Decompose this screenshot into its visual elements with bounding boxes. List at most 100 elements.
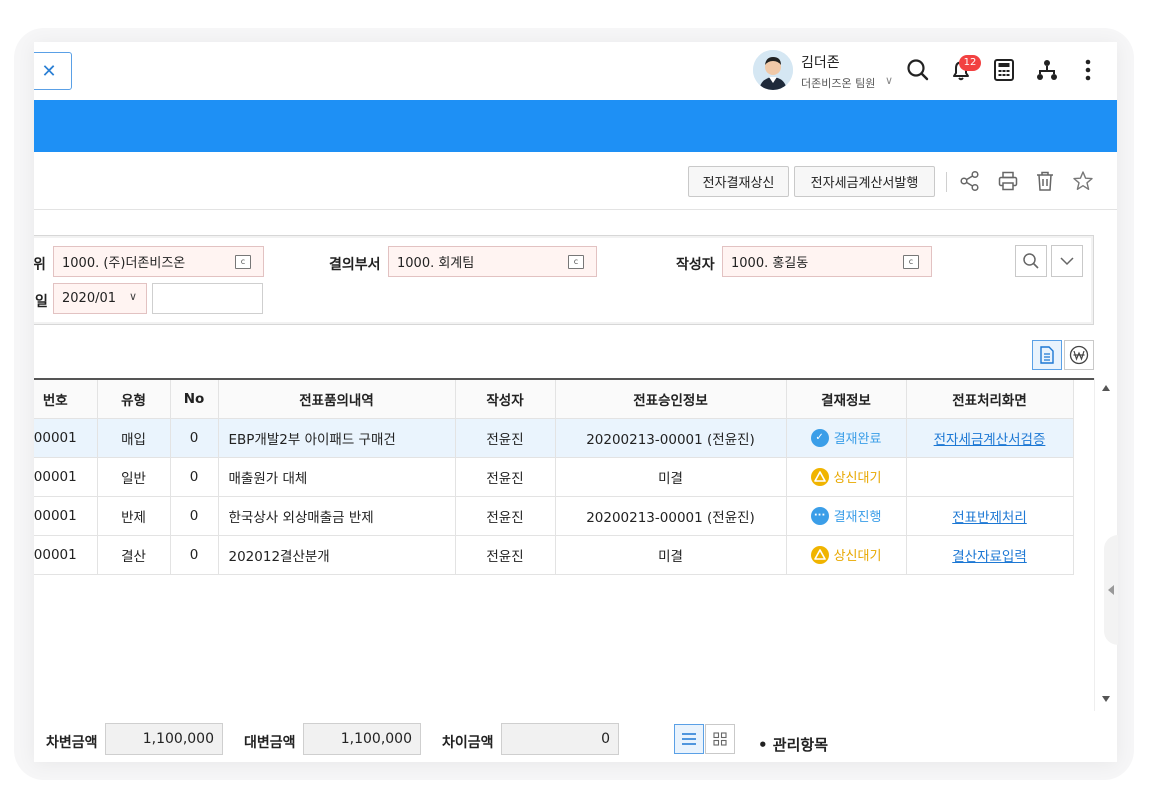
status-badge: ✓ 결재완료 — [810, 428, 881, 447]
grid-view-button[interactable] — [705, 724, 735, 754]
more-vertical-icon[interactable] — [1074, 56, 1102, 84]
cell-approval-info: 미결 — [555, 535, 787, 575]
date-select[interactable]: 2020/01 ∨ — [53, 283, 147, 314]
side-panel-toggle[interactable] — [1104, 535, 1118, 645]
code-lookup-icon[interactable]: c — [903, 255, 919, 269]
chevron-down-icon[interactable]: ∨ — [885, 74, 893, 87]
unit-field[interactable]: 1000. (주)더존비즈온 c — [53, 246, 264, 277]
cell-number: 00001 — [34, 496, 98, 536]
management-items-label[interactable]: • 관리항목 — [758, 734, 828, 755]
notification-badge: 12 — [959, 55, 981, 71]
chevron-down-icon: ∨ — [128, 290, 137, 303]
status-label: 상신대기 — [833, 471, 882, 486]
col-header-author[interactable]: 작성자 — [455, 380, 556, 419]
print-icon[interactable] — [995, 168, 1021, 194]
cell-approval-info: 미결 — [555, 457, 787, 497]
cell-no: 0 — [170, 535, 219, 575]
table-row[interactable]: 00001 반제 0 한국상사 외상매출금 반제 전윤진 20200213-00… — [34, 496, 1074, 536]
action-link[interactable]: 결산자료입력 — [952, 549, 1027, 565]
credit-label: 대변금액 — [244, 735, 296, 751]
cell-action: 전표반제처리 — [906, 496, 1074, 536]
expand-filter-button[interactable] — [1051, 245, 1083, 277]
date-label: 일 — [35, 294, 48, 310]
status-badge: 상신대기 — [810, 467, 882, 486]
voucher-table: 번호 유형 No 전표품의내역 작성자 전표승인정보 결재정보 전표처리화면 0… — [34, 380, 1074, 575]
table-row[interactable]: 00001 매입 0 EBP개발2부 아이패드 구매건 전윤진 20200213… — [34, 418, 1074, 458]
cell-type: 결산 — [97, 535, 171, 575]
user-team: 더존비즈온 팀원 — [801, 77, 876, 90]
main-panel: ✕ 김더존 더존비즈온 팀원 ∨ 12 전자결재상신 전자세금계산서발행 위 1… — [34, 42, 1117, 762]
star-icon[interactable] — [1070, 168, 1096, 194]
grid-header-row: 번호 유형 No 전표품의내역 작성자 전표승인정보 결재정보 전표처리화면 — [34, 380, 1074, 419]
approval-submit-button[interactable]: 전자결재상신 — [688, 166, 789, 197]
totals-footer: 차변금액 1,100,000 대변금액 1,100,000 차이금액 0 • 관… — [34, 712, 1117, 762]
cell-status: 상신대기 — [786, 457, 907, 497]
date-value: 2020/01 — [62, 291, 117, 306]
action-toolbar: 전자결재상신 전자세금계산서발행 — [34, 152, 1117, 210]
status-label: 결재진행 — [833, 510, 882, 525]
author-label: 작성자 — [676, 257, 715, 273]
table-row[interactable]: 00001 결산 0 202012결산분개 전윤진 미결 상신대기 결산자료입력 — [34, 535, 1074, 575]
unit-label: 위 — [34, 257, 46, 273]
col-header-type[interactable]: 유형 — [97, 380, 171, 419]
status-label: 상신대기 — [833, 549, 882, 564]
cell-description: 매출원가 대체 — [218, 457, 456, 497]
delete-icon[interactable] — [1032, 168, 1058, 194]
currency-view-button[interactable] — [1064, 340, 1094, 370]
col-header-approval-info[interactable]: 전표승인정보 — [555, 380, 787, 419]
scroll-down-icon[interactable] — [1102, 696, 1110, 702]
user-name[interactable]: 김더존 — [801, 52, 840, 72]
col-header-process-screen[interactable]: 전표처리화면 — [906, 380, 1074, 419]
cell-status: ✓ 결재완료 — [786, 418, 907, 458]
dept-label: 결의부서 — [329, 257, 381, 273]
more-dots-icon: ··· — [810, 506, 829, 525]
avatar[interactable] — [753, 50, 793, 90]
col-header-no[interactable]: No — [170, 380, 219, 419]
close-button[interactable]: ✕ — [34, 52, 72, 90]
cell-no: 0 — [170, 418, 219, 458]
debit-label: 차변금액 — [46, 735, 98, 751]
search-filter-panel: 위 1000. (주)더존비즈온 c 결의부서 1000. 회계팀 c 작성자 … — [34, 235, 1094, 325]
title-bar — [34, 100, 1117, 152]
table-row[interactable]: 00001 일반 0 매출원가 대체 전윤진 미결 상신대기 — [34, 457, 1074, 497]
cell-number: 00001 — [34, 457, 98, 497]
scroll-up-icon[interactable] — [1102, 385, 1110, 391]
cell-action — [906, 457, 1074, 497]
org-chart-icon[interactable] — [1033, 56, 1061, 84]
cell-type: 일반 — [97, 457, 171, 497]
warning-icon — [810, 467, 829, 486]
document-view-button[interactable] — [1032, 340, 1062, 370]
calculator-icon[interactable] — [990, 56, 1018, 84]
col-header-payment-info[interactable]: 결재정보 — [786, 380, 907, 419]
status-badge: ··· 결재진행 — [810, 506, 882, 525]
cell-type: 매입 — [97, 418, 171, 458]
col-header-description[interactable]: 전표품의내역 — [218, 380, 456, 419]
action-link[interactable]: 전표반제처리 — [952, 510, 1027, 526]
cell-action: 결산자료입력 — [906, 535, 1074, 575]
diff-amount: 0 — [501, 723, 619, 755]
dept-field[interactable]: 1000. 회계팀 c — [388, 246, 597, 277]
cell-author: 전윤진 — [455, 496, 556, 536]
check-circle-icon: ✓ — [810, 428, 829, 447]
chevron-left-icon — [1108, 585, 1114, 595]
col-header-number[interactable]: 번호 — [34, 380, 98, 419]
date-extra-field[interactable] — [152, 283, 263, 314]
list-view-button[interactable] — [674, 724, 704, 754]
cell-number: 00001 — [34, 418, 98, 458]
code-lookup-icon[interactable]: c — [235, 255, 251, 269]
status-badge: 상신대기 — [810, 545, 882, 564]
cell-number: 00001 — [34, 535, 98, 575]
cell-description: 202012결산분개 — [218, 535, 456, 575]
cell-no: 0 — [170, 457, 219, 497]
cell-author: 전윤진 — [455, 535, 556, 575]
cell-no: 0 — [170, 496, 219, 536]
action-link[interactable]: 전자세금계산서검증 — [934, 432, 1046, 448]
cell-author: 전윤진 — [455, 418, 556, 458]
share-icon[interactable] — [957, 168, 983, 194]
cell-status: ··· 결재진행 — [786, 496, 907, 536]
tax-invoice-button[interactable]: 전자세금계산서발행 — [794, 166, 935, 197]
search-icon[interactable] — [904, 56, 932, 84]
author-field[interactable]: 1000. 홍길동 c — [722, 246, 932, 277]
code-lookup-icon[interactable]: c — [568, 255, 584, 269]
search-button[interactable] — [1015, 245, 1047, 277]
